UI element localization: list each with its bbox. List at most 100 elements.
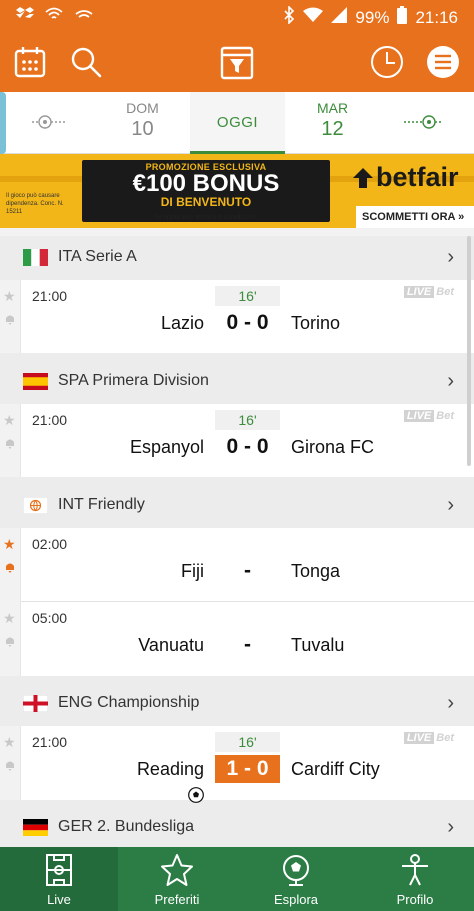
bet-now-button[interactable]: SCOMMETTI ORA » <box>356 206 474 228</box>
match-score: - <box>244 633 251 656</box>
match-row[interactable]: ★ 21:00 16' LIVE Bet Lazio 0 - 0 Torino <box>0 280 474 353</box>
away-team: Torino <box>291 313 341 333</box>
home-team: Vanuatu <box>138 635 204 655</box>
italy-flag-icon <box>23 249 48 266</box>
nav-live[interactable]: Live <box>0 847 118 911</box>
tab-prev-day[interactable]: DOM 10 <box>95 92 190 154</box>
brand-name: betfair <box>376 162 459 192</box>
date-tabs: DOM 10 OGGI MAR 12 <box>0 92 474 154</box>
search-button[interactable] <box>64 40 108 84</box>
history-button[interactable] <box>365 40 409 84</box>
competition-name: ITA Serie A <box>58 248 137 265</box>
dropbox-icon <box>16 6 34 27</box>
clock-time: 21:16 <box>415 7 458 27</box>
betfair-arrow-icon <box>353 167 373 188</box>
nav-favorites[interactable]: Preferiti <box>118 847 236 911</box>
tab-next-day[interactable]: MAR 12 <box>285 92 380 154</box>
competition-header[interactable]: GER 2. Bundesliga › <box>0 806 474 850</box>
prev-dates-icon[interactable] <box>32 114 66 135</box>
competition-name: GER 2. Bundesliga <box>58 818 195 835</box>
competition-header[interactable]: SPA Primera Division › <box>0 360 474 404</box>
filter-button[interactable] <box>215 40 259 84</box>
competition-header[interactable]: ENG Championship › <box>0 682 474 726</box>
away-team: Tonga <box>291 561 341 581</box>
battery-icon <box>397 6 408 29</box>
calendar-filter-icon <box>220 46 254 80</box>
banner-terms: Si applicano termini e condizioni <box>155 214 255 221</box>
notification-bell-icon[interactable] <box>4 634 16 647</box>
favorite-star-icon[interactable]: ★ <box>3 734 16 751</box>
banner-promo-box: PROMOZIONE ESCLUSIVA €100 BONUS DI BENVE… <box>82 160 330 222</box>
away-team: Girona FC <box>291 437 375 457</box>
live-bet-badge: LIVE Bet <box>403 286 454 298</box>
match-row[interactable]: ★ 21:00 16' LIVE Bet Reading 1 - 0 Cardif… <box>0 726 474 803</box>
star-icon <box>161 854 193 886</box>
nav-explore-label: Esplora <box>273 892 319 907</box>
favorite-star-icon[interactable]: ★ <box>3 288 16 305</box>
clock-icon <box>371 46 403 78</box>
calendar-icon <box>14 47 46 78</box>
home-team: Espanyol <box>129 437 204 457</box>
pitch-icon <box>46 854 72 886</box>
competition-name: INT Friendly <box>58 496 145 513</box>
signal-icon <box>331 7 348 28</box>
nav-favorites-label: Preferiti <box>154 892 200 907</box>
match-time: 02:00 <box>32 536 68 552</box>
side-drawer-handle[interactable] <box>0 92 6 154</box>
match-minute: 16' <box>215 410 280 430</box>
notification-bell-icon[interactable] <box>4 312 16 325</box>
banner-promo-sub: DI BENVENUTO <box>160 195 252 209</box>
away-team: Cardiff City <box>291 759 380 779</box>
tab-next-dow: MAR <box>316 100 349 116</box>
promo-banner[interactable]: Il gioco può causare dipendenza. Conc. N… <box>0 154 474 228</box>
player-icon <box>402 854 428 886</box>
match-minute: 16' <box>215 732 280 752</box>
bluetooth-icon <box>283 5 295 29</box>
competition-name: SPA Primera Division <box>58 372 209 389</box>
away-team: Tuvalu <box>291 635 345 655</box>
menu-button[interactable] <box>421 40 465 84</box>
nav-profile[interactable]: Profilo <box>356 847 474 911</box>
notification-bell-icon[interactable] <box>4 758 16 771</box>
england-flag-icon <box>23 695 48 712</box>
wifi-icon <box>303 7 324 28</box>
wifi-calling-icon <box>44 6 64 27</box>
banner-separator <box>0 228 474 236</box>
tab-today-label: OGGI <box>216 114 259 131</box>
live-bet-badge: LIVE Bet <box>403 410 454 422</box>
globe-ball-icon <box>283 855 309 886</box>
next-dates-icon[interactable] <box>404 114 442 135</box>
match-score: 0 - 0 <box>226 435 269 458</box>
favorite-star-icon[interactable]: ★ <box>3 412 16 429</box>
match-time: 21:00 <box>32 288 68 304</box>
scrollbar[interactable] <box>467 236 471 466</box>
nav-explore[interactable]: Esplora <box>237 847 355 911</box>
tab-prev-day-number: 10 <box>131 118 154 140</box>
competition-header[interactable]: ITA Serie A › <box>0 236 474 280</box>
favorite-star-icon[interactable]: ★ <box>3 536 16 553</box>
favorite-star-icon[interactable]: ★ <box>3 610 16 627</box>
match-row[interactable]: ★ 02:00 Fiji - Tonga <box>0 528 474 602</box>
chevron-right-icon: › <box>447 816 454 838</box>
betfair-logo: betfair <box>352 162 459 193</box>
chevron-right-icon: › <box>447 494 454 516</box>
app-bar <box>0 32 474 92</box>
match-row[interactable]: ★ 21:00 16' LIVE Bet Espanyol 0 - 0 Giron… <box>0 404 474 477</box>
home-team: Reading <box>136 759 204 779</box>
live-bet-badge: LIVE Bet <box>403 732 454 744</box>
menu-icon <box>427 46 459 78</box>
match-score: 1 - 0 <box>215 755 280 783</box>
notification-bell-icon[interactable] <box>4 436 16 449</box>
battery-percent: 99% <box>355 7 390 27</box>
search-icon <box>71 47 102 78</box>
notification-bell-icon[interactable] <box>4 560 16 573</box>
competition-header[interactable]: INT Friendly › <box>0 484 474 528</box>
calendar-button[interactable] <box>8 40 52 84</box>
chevron-right-icon: › <box>447 246 454 268</box>
germany-flag-icon <box>23 819 48 836</box>
match-row[interactable]: ★ 05:00 Vanuatu - Tuvalu <box>0 602 474 676</box>
football-goal-icon <box>188 787 204 803</box>
tab-next-day-number: 12 <box>321 118 344 140</box>
match-time: 21:00 <box>32 734 68 750</box>
tab-today[interactable]: OGGI <box>190 92 285 154</box>
